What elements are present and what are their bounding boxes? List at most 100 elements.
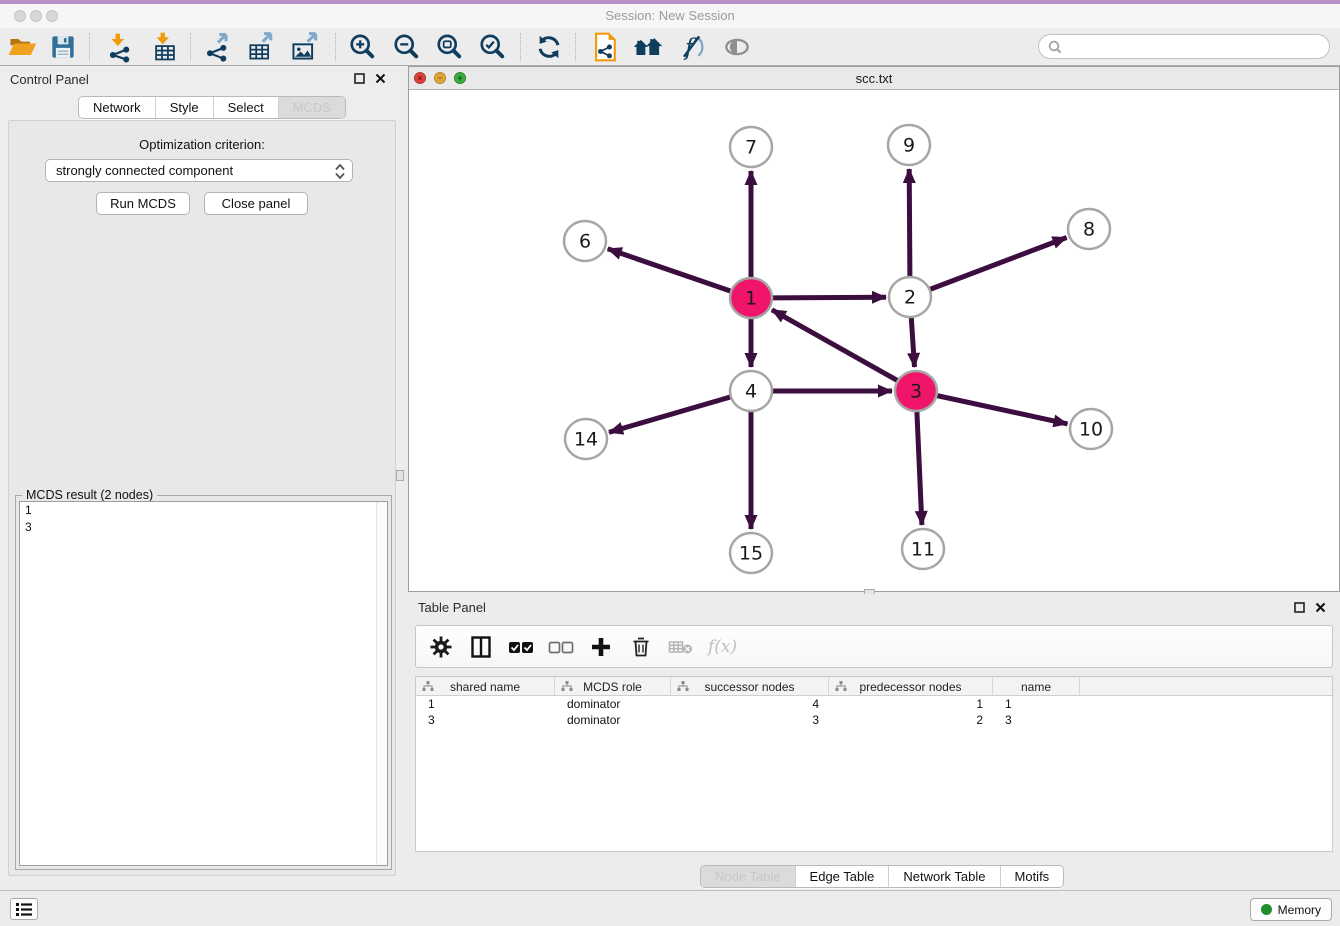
network-window-titlebar: scc.txt × − + (409, 67, 1339, 90)
table-panel-tabs: Node TableEdge TableNetwork TableMotifs (700, 865, 1064, 888)
mcds-result-item[interactable]: 3 (20, 519, 387, 536)
graph-edge-4-14[interactable] (609, 397, 731, 432)
home-icon[interactable] (630, 31, 666, 63)
close-panel-icon[interactable] (375, 73, 386, 84)
maximize-network-icon[interactable]: + (454, 72, 466, 84)
export-table-icon[interactable] (243, 31, 279, 63)
graph-node-6[interactable]: 6 (564, 221, 606, 261)
tab-node-table[interactable]: Node Table (701, 866, 795, 887)
table-cell[interactable]: 2 (829, 712, 993, 728)
toolbar-separator (190, 33, 191, 61)
graph-edge-2-3[interactable] (911, 318, 914, 367)
network-view-window: scc.txt × − + 7 9 6 8 1 2 4 3 14 10 15 11 (408, 66, 1340, 592)
float-panel-icon[interactable] (1294, 602, 1305, 613)
minimize-network-icon[interactable]: − (434, 72, 446, 84)
create-column-icon[interactable] (588, 634, 614, 660)
graph-node-11[interactable]: 11 (902, 529, 944, 569)
delete-column-trash-icon[interactable] (628, 634, 654, 660)
export-network-icon[interactable] (200, 31, 236, 63)
network-from-file-icon[interactable] (587, 31, 623, 63)
tab-edge-table[interactable]: Edge Table (795, 866, 889, 887)
show-hide-icon[interactable] (719, 31, 755, 63)
tab-network[interactable]: Network (79, 97, 155, 118)
select-all-columns-icon[interactable] (508, 634, 534, 660)
table-cell[interactable]: 1 (416, 696, 555, 712)
column-header-shared-name[interactable]: shared name (416, 677, 555, 696)
show-column-panel-icon[interactable] (468, 634, 494, 660)
graph-edge-1-2[interactable] (772, 297, 886, 298)
refresh-view-icon[interactable] (531, 31, 567, 63)
scrollbar[interactable] (376, 502, 387, 865)
graph-node-1[interactable]: 1 (730, 278, 772, 318)
graph-node-14[interactable]: 14 (565, 419, 607, 459)
network-graph[interactable]: 7 9 6 8 1 2 4 3 14 10 15 11 (409, 90, 1339, 591)
save-session-icon[interactable] (45, 31, 81, 63)
column-header-predecessor-nodes[interactable]: predecessor nodes (829, 677, 993, 696)
graph-node-4[interactable]: 4 (730, 371, 772, 411)
network-canvas[interactable]: 7 9 6 8 1 2 4 3 14 10 15 11 (409, 90, 1339, 591)
open-session-icon[interactable] (4, 31, 40, 63)
table-cell[interactable]: 3 (671, 712, 829, 728)
tab-style[interactable]: Style (155, 97, 213, 118)
close-panel-icon[interactable] (1315, 602, 1326, 613)
toggle-graphics-details-icon[interactable]: f (674, 31, 710, 63)
zoom-fit-icon[interactable] (431, 31, 467, 63)
mcds-result-item[interactable]: 1 (20, 502, 387, 519)
table-cell[interactable]: dominator (555, 712, 671, 728)
search-input[interactable] (1038, 34, 1330, 59)
table-settings-gear-icon[interactable] (428, 634, 454, 660)
graph-edge-3-10[interactable] (937, 396, 1068, 424)
function-builder-icon-disabled[interactable]: f(x) (708, 637, 737, 657)
tab-select[interactable]: Select (213, 97, 278, 118)
close-network-icon[interactable]: × (414, 72, 426, 84)
mcds-result-list[interactable]: 13 (19, 501, 388, 866)
close-panel-button[interactable]: Close panel (204, 192, 308, 215)
graph-edge-1-6[interactable] (608, 249, 731, 291)
table-cell[interactable]: 3 (416, 712, 555, 728)
memory-status-icon (1261, 904, 1272, 915)
criterion-select[interactable]: strongly connected component (45, 159, 353, 182)
unselect-all-columns-icon[interactable] (548, 634, 574, 660)
table-cell[interactable]: 1 (829, 696, 993, 712)
graph-node-15[interactable]: 15 (730, 533, 772, 573)
chevron-up-down-icon (333, 163, 347, 183)
memory-button[interactable]: Memory (1250, 898, 1332, 921)
float-panel-icon[interactable] (354, 73, 365, 84)
table-row[interactable]: 1dominator411 (416, 696, 1332, 712)
zoom-selected-icon[interactable] (474, 31, 510, 63)
graph-node-2[interactable]: 2 (889, 277, 931, 317)
table-cell[interactable]: 1 (993, 696, 1080, 712)
graph-edge-2-8[interactable] (930, 238, 1067, 290)
graph-edge-2-9[interactable] (909, 169, 910, 276)
task-history-button[interactable] (10, 898, 38, 920)
import-table-icon[interactable] (147, 31, 183, 63)
memory-label: Memory (1278, 903, 1321, 917)
delete-table-icon-disabled[interactable] (668, 634, 694, 660)
table-row[interactable]: 3dominator323 (416, 712, 1332, 728)
tab-motifs[interactable]: Motifs (1000, 866, 1064, 887)
run-mcds-button[interactable]: Run MCDS (96, 192, 190, 215)
graph-edge-3-1[interactable] (772, 310, 898, 381)
toolbar-separator (520, 33, 521, 61)
table-cell[interactable]: dominator (555, 696, 671, 712)
mcds-result-title: MCDS result (2 nodes) (22, 488, 157, 502)
tab-network-table[interactable]: Network Table (888, 866, 999, 887)
zoom-in-icon[interactable] (344, 31, 380, 63)
graph-node-8[interactable]: 8 (1068, 209, 1110, 249)
column-header-successor-nodes[interactable]: successor nodes (671, 677, 829, 696)
graph-node-7[interactable]: 7 (730, 127, 772, 167)
table-cell[interactable]: 3 (993, 712, 1080, 728)
vertical-splitter-grip[interactable] (396, 470, 404, 481)
import-network-icon[interactable] (102, 31, 138, 63)
graph-node-9[interactable]: 9 (888, 125, 930, 165)
graph-edge-3-11[interactable] (917, 412, 922, 525)
tab-mcds[interactable]: MCDS (278, 97, 345, 118)
table-panel: Table Panel (408, 594, 1340, 890)
zoom-out-icon[interactable] (388, 31, 424, 63)
column-header-name[interactable]: name (993, 677, 1080, 696)
graph-node-3[interactable]: 3 (895, 371, 937, 411)
column-header-MCDS-role[interactable]: MCDS role (555, 677, 671, 696)
export-image-icon[interactable] (287, 31, 323, 63)
table-cell[interactable]: 4 (671, 696, 829, 712)
graph-node-10[interactable]: 10 (1070, 409, 1112, 449)
